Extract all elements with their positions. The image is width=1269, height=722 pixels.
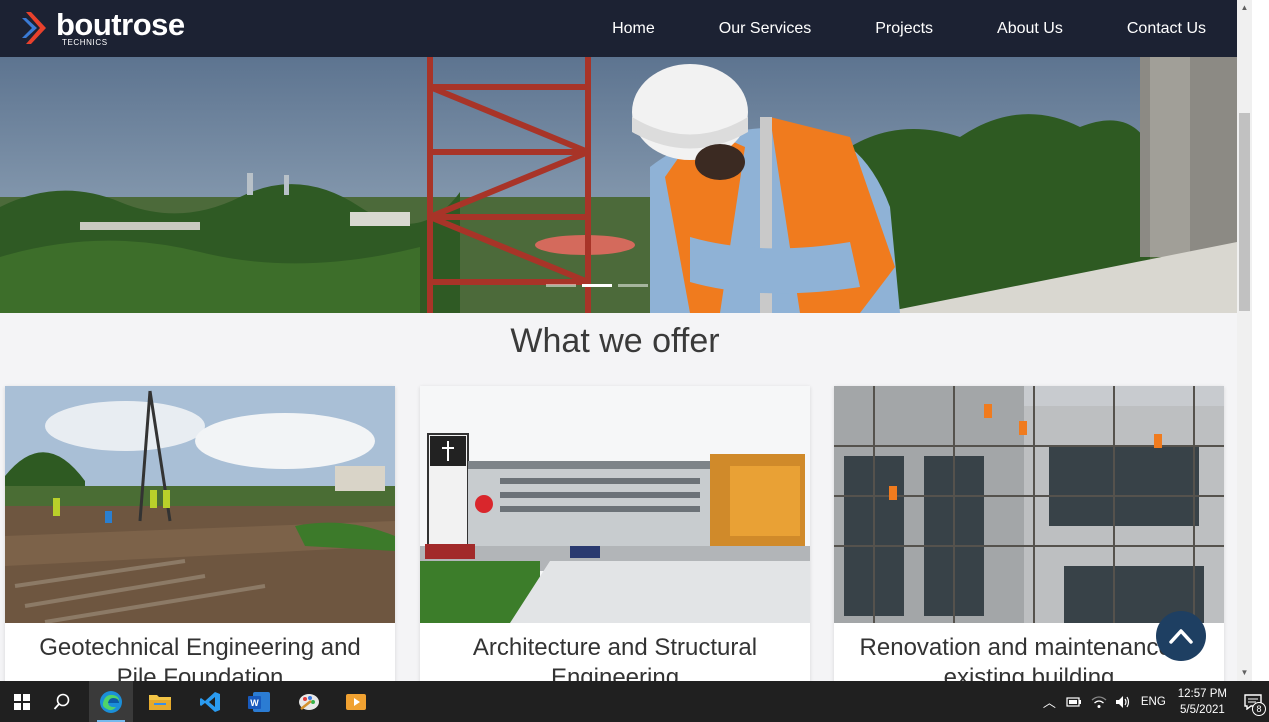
hero-carousel[interactable] <box>0 57 1237 313</box>
chevron-up-icon[interactable]: ︿ <box>1043 692 1056 711</box>
section-title: What we offer <box>510 322 720 360</box>
architecture-image <box>420 386 810 623</box>
svg-text:W: W <box>250 698 259 708</box>
window-edge <box>1252 0 1269 681</box>
service-card-architecture[interactable]: Architecture and Structural Engineering <box>420 386 810 681</box>
windows-taskbar: W ︿ ENG 12:57 PM 5/5/2021 8 <box>0 681 1269 722</box>
media-player-icon[interactable] <box>334 681 378 722</box>
site-navbar: boutrose TECHNICS Home Our Services Proj… <box>0 0 1237 57</box>
clock-date: 5/5/2021 <box>1180 703 1225 716</box>
scrollbar-thumb[interactable] <box>1239 113 1250 311</box>
brand-logo[interactable]: boutrose TECHNICS <box>22 7 185 50</box>
carousel-indicator-1 <box>546 284 576 287</box>
file-explorer-icon[interactable] <box>138 681 182 722</box>
renovation-image <box>834 386 1224 623</box>
clock[interactable]: 12:57 PM 5/5/2021 <box>1178 686 1227 718</box>
language-indicator[interactable]: ENG <box>1141 696 1166 708</box>
service-card-title: Geotechnical Engineering and Pile Founda… <box>39 634 361 681</box>
windows-start-icon[interactable] <box>0 681 44 722</box>
nav-our-services[interactable]: Our Services <box>719 20 811 38</box>
logo-arrow-icon <box>22 12 46 44</box>
carousel-indicator-2 <box>582 284 612 287</box>
chevron-up-icon <box>1169 629 1193 644</box>
word-icon[interactable]: W <box>237 681 281 722</box>
scroll-to-top-button[interactable] <box>1156 611 1206 661</box>
edge-icon[interactable] <box>89 681 133 722</box>
notification-count-badge: 8 <box>1252 702 1266 716</box>
clock-time: 12:57 PM <box>1177 687 1227 700</box>
brand-subtitle: TECHNICS <box>62 38 108 47</box>
nav-home[interactable]: Home <box>612 20 655 38</box>
service-card-title: Architecture and Structural Engineering <box>472 634 758 681</box>
notification-center-icon[interactable]: 8 <box>1237 681 1269 722</box>
nav-menu: Home Our Services Projects About Us Cont… <box>548 0 1206 57</box>
brand-name: boutrose <box>56 7 185 42</box>
battery-icon[interactable] <box>1066 696 1082 708</box>
wifi-icon[interactable] <box>1091 695 1107 709</box>
nav-about-us[interactable]: About Us <box>997 20 1063 38</box>
nav-contact-us[interactable]: Contact Us <box>1127 20 1206 38</box>
service-card-geotechnical[interactable]: Geotechnical Engineering and Pile Founda… <box>5 386 395 681</box>
speaker-icon[interactable] <box>1115 695 1131 709</box>
page-scrollbar[interactable]: ▲ ▼ <box>1237 0 1252 681</box>
search-icon[interactable] <box>40 681 84 722</box>
scroll-up-arrow-icon[interactable]: ▲ <box>1237 0 1252 16</box>
scroll-down-arrow-icon[interactable]: ▼ <box>1237 665 1252 681</box>
hero-image <box>0 57 1237 313</box>
geotechnical-image <box>5 386 395 623</box>
paint-icon[interactable] <box>287 681 331 722</box>
system-tray: ︿ ENG 12:57 PM 5/5/2021 8 <box>1043 681 1269 722</box>
vscode-icon[interactable] <box>188 681 232 722</box>
carousel-indicator-3 <box>618 284 648 287</box>
nav-projects[interactable]: Projects <box>875 20 933 38</box>
browser-viewport: boutrose TECHNICS Home Our Services Proj… <box>0 0 1237 681</box>
